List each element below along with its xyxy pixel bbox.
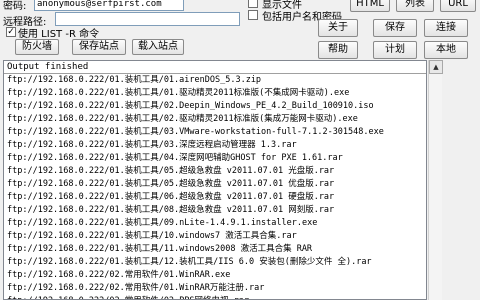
output-line: ftp://192.168.0.222/01.装机工具/08.超级急救盘 v20… (7, 205, 335, 215)
output-header: Output finished (4, 61, 426, 74)
about-button[interactable]: 关于 (318, 19, 358, 37)
output-line: ftp://192.168.0.222/01.装机工具/03.深度远程启动管理器… (7, 140, 297, 150)
remote-path-field[interactable] (55, 12, 240, 26)
output-line: ftp://192.168.0.222/01.装机工具/10.windows7 … (7, 231, 297, 241)
right-panel-area (443, 60, 480, 300)
help-button[interactable]: 帮助 (318, 41, 358, 59)
output-line: ftp://192.168.0.222/01.装机工具/03.VMware-wo… (7, 127, 384, 137)
local-button[interactable]: 本地 (424, 41, 468, 59)
output-lines: ftp://192.168.0.222/01.装机工具/01.airenDOS_… (4, 74, 426, 299)
output-line: ftp://192.168.0.222/01.装机工具/06.超级急救盘 v20… (7, 192, 335, 202)
save-site-button[interactable]: 保存站点 (72, 39, 126, 55)
password-label: 密码: (3, 1, 27, 12)
firewall-button[interactable]: 防火墙 (15, 39, 59, 55)
list-r-label: 使用 LIST -R 命令 (18, 29, 100, 40)
plan-button[interactable]: 计划 (373, 41, 417, 59)
output-line: ftp://192.168.0.222/01.装机工具/05.超级急救盘 v20… (7, 166, 335, 176)
html-button[interactable]: HTML (350, 0, 390, 12)
url-button[interactable]: URL (440, 0, 476, 12)
output-line: ftp://192.168.0.222/01.装机工具/05.超级急救盘 v20… (7, 179, 335, 189)
output-log[interactable]: Output finished ftp://192.168.0.222/01.装… (3, 60, 427, 300)
output-scrollbar[interactable]: ▲ (428, 60, 443, 300)
connect-button[interactable]: 连接 (424, 19, 468, 37)
include-user-pass-checkbox[interactable] (248, 10, 258, 20)
scroll-up-icon[interactable]: ▲ (429, 60, 443, 74)
save-button[interactable]: 保存 (373, 19, 417, 37)
output-line: ftp://192.168.0.222/02.常用软件/01.WinRAR万能注… (7, 283, 265, 293)
output-line: ftp://192.168.0.222/01.装机工具/01.驱动精灵2011标… (7, 88, 350, 98)
load-site-button[interactable]: 载入站点 (132, 39, 184, 55)
output-line: ftp://192.168.0.222/02.常用软件/01.WinRAR.ex… (7, 270, 231, 280)
list-button[interactable]: 列表 (396, 0, 434, 12)
list-r-checkbox[interactable]: ✓ (6, 27, 16, 37)
output-line: ftp://192.168.0.222/01.装机工具/02.驱动精灵2011标… (7, 114, 358, 124)
output-line: ftp://192.168.0.222/01.装机工具/11.windows20… (7, 244, 313, 254)
output-line: ftp://192.168.0.222/01.装机工具/04.深度网吧辅助GHO… (7, 153, 343, 163)
output-line: ftp://192.168.0.222/01.装机工具/12.装机工具/IIS … (7, 257, 372, 267)
password-field[interactable]: anonymous@serfpirst.com (34, 0, 184, 11)
show-files-checkbox[interactable] (248, 0, 258, 8)
output-line: ftp://192.168.0.222/01.装机工具/01.airenDOS_… (7, 75, 262, 85)
output-line: ftp://192.168.0.222/01.装机工具/02.Deepin_Wi… (7, 101, 374, 111)
output-line: ftp://192.168.0.222/02.常用软件/02.PPS网络电视.r… (4, 295, 426, 299)
output-line: ftp://192.168.0.222/01.装机工具/09.nLite-1.4… (7, 218, 318, 228)
